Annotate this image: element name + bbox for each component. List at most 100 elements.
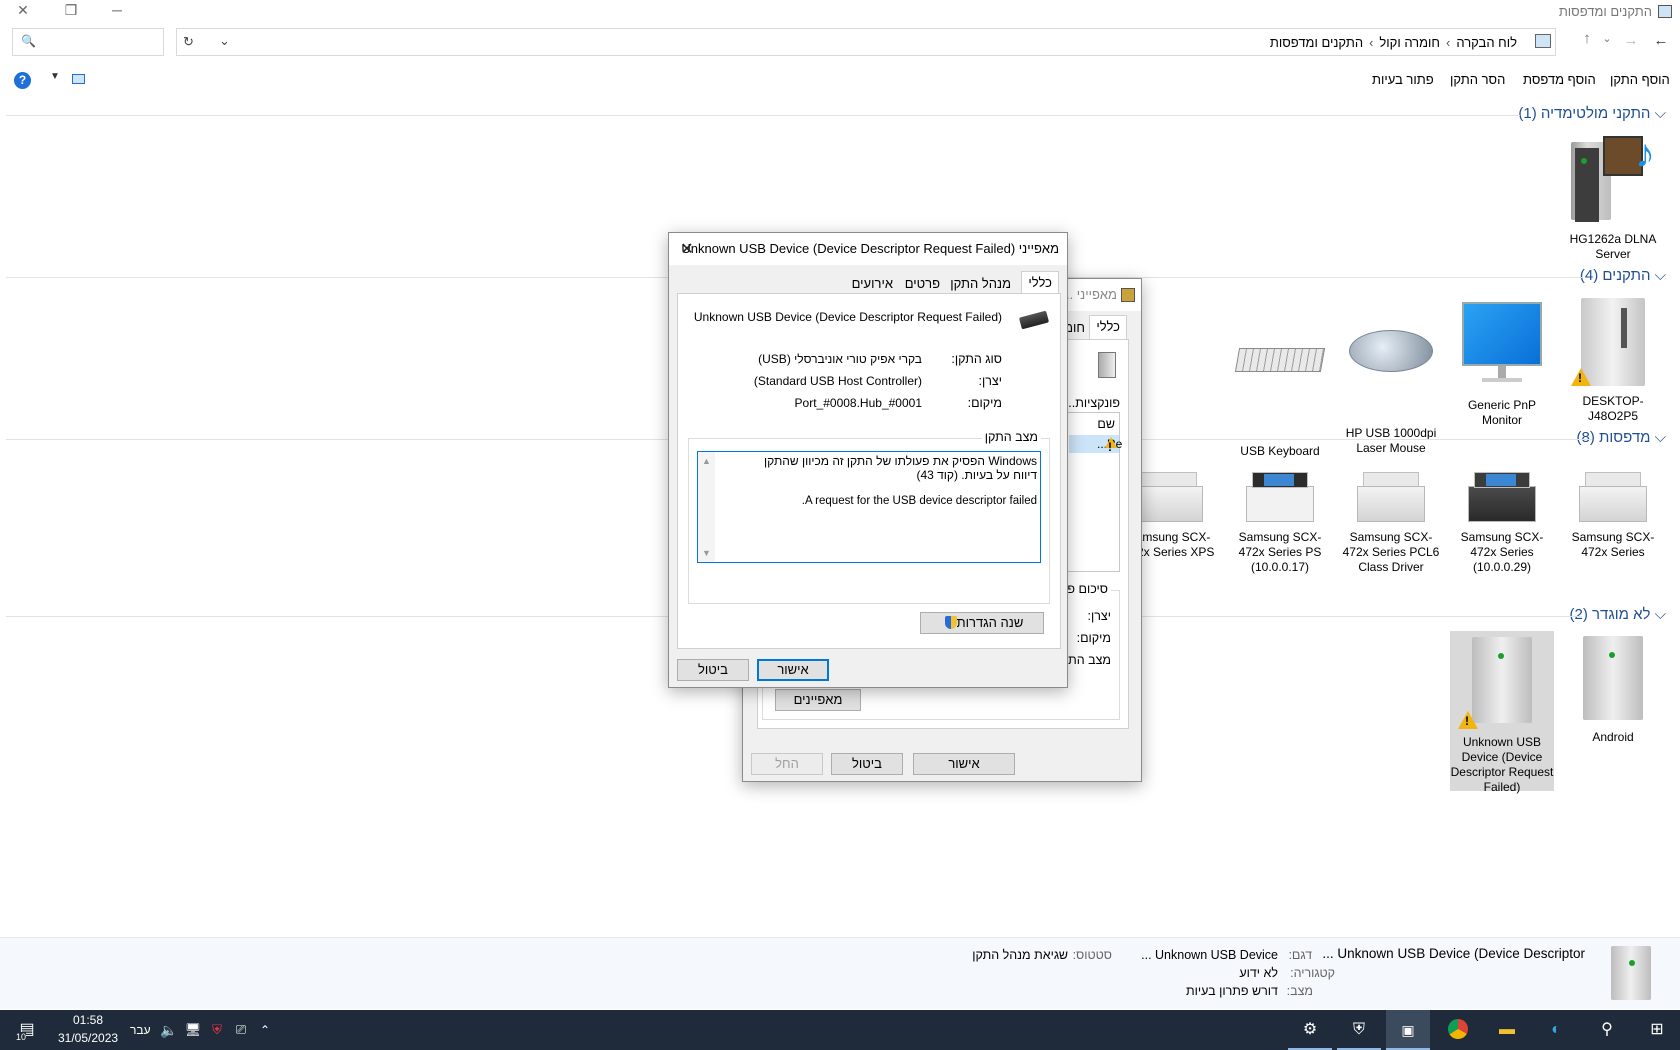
printer-samsung-1[interactable]: Samsung SCX-472x Series — [1561, 464, 1665, 560]
chrome-icon[interactable] — [1447, 1019, 1469, 1041]
edge-icon[interactable]: ◐ — [1545, 1019, 1567, 1041]
tab-details[interactable]: פרטים — [899, 273, 946, 295]
help-icon[interactable]: ? — [14, 72, 31, 89]
device-icon — [1608, 946, 1654, 1002]
back-arrow-icon[interactable]: ← — [1650, 32, 1672, 49]
device-android[interactable]: Android — [1561, 636, 1665, 745]
details-category-key: קטגוריה: — [1290, 966, 1335, 980]
ok-button[interactable]: אישור — [757, 659, 829, 681]
breadcrumb: לוח הבקרה › חומרה וקול › התקנים ומדפסות — [1270, 35, 1517, 50]
device-status-textbox[interactable]: ▲ ▼ Windows הפסיק את פעולתו של התקן זה מכ… — [697, 451, 1041, 563]
shield-icon — [944, 616, 957, 629]
tab-driver[interactable]: מנהל התקן — [944, 273, 1017, 295]
device-hg1262a[interactable]: ♪ HG1262a DLNA Server — [1561, 132, 1665, 262]
apply-button[interactable]: החל — [751, 753, 823, 775]
properties-button[interactable]: מאפיינים — [775, 689, 861, 711]
start-windows-icon[interactable]: ⊞ — [1646, 1019, 1668, 1041]
status-scrollbar[interactable]: ▲ ▼ — [698, 452, 715, 562]
view-icon[interactable] — [72, 74, 85, 84]
device-warning-icon — [1450, 637, 1554, 733]
troubleshoot-button[interactable]: פתור בעיות — [1372, 72, 1434, 87]
device-unknown-usb-selected[interactable]: Unknown USB Device (Device Descriptor Re… — [1450, 631, 1554, 794]
front-dialog-panel: Unknown USB Device (Device Descriptor Re… — [677, 293, 1061, 649]
tab-events[interactable]: אירועים — [846, 273, 899, 295]
forward-arrow-icon[interactable]: → — [1620, 32, 1642, 49]
add-device-button[interactable]: הוסף התקן — [1610, 72, 1670, 87]
group-header-multimedia[interactable]: ⌵ התקני מולטימדיה (1) — [1518, 105, 1666, 122]
device-status-label: מצב התקן — [981, 430, 1041, 444]
search-input[interactable]: 🔍 — [12, 28, 164, 56]
file-explorer-icon[interactable]: ▬ — [1496, 1019, 1518, 1041]
chevron-down-icon: ⌵ — [1650, 105, 1666, 122]
scroll-up-icon[interactable]: ▲ — [698, 456, 715, 466]
breadcrumb-control-panel[interactable]: לוח הבקרה — [1456, 35, 1517, 50]
breadcrumb-devices-printers[interactable]: התקנים ומדפסות — [1270, 35, 1363, 50]
printer-icon — [1131, 464, 1207, 526]
command-bar: ? ▼ הוסף התקן הוסף מדפסת הסר התקן פתור ב… — [0, 68, 1680, 92]
remove-device-button[interactable]: הסר התקן — [1450, 72, 1505, 87]
ok-button[interactable]: אישור — [913, 753, 1015, 775]
device-monitor[interactable]: Generic PnP Monitor — [1450, 298, 1554, 428]
scroll-down-icon[interactable]: ▼ — [698, 548, 715, 558]
details-category-value: לא ידוע — [1239, 966, 1278, 980]
device-icon — [1098, 352, 1116, 378]
printer-samsung-3[interactable]: Samsung SCX-472x Series PCL6 Class Drive… — [1339, 464, 1443, 575]
group-header-label: התקנים (4) — [1579, 267, 1651, 284]
tab-general[interactable]: כללי — [1021, 271, 1059, 295]
list-item[interactable]: ...Re — [1069, 435, 1122, 454]
breadcrumb-hardware-sound[interactable]: חומרה וקול — [1379, 35, 1440, 50]
group-header-label: לא מוגדר (2) — [1569, 606, 1651, 623]
address-box[interactable]: ↻ ⌄ לוח הבקרה › חומרה וקול › התקנים ומדפסות — [176, 28, 1556, 56]
clock-time[interactable]: 01:58 — [58, 1013, 118, 1027]
usb-tray-icon[interactable]: ⎚ — [230, 1019, 252, 1041]
device-desktop[interactable]: DESKTOP-J48O2P5 — [1561, 298, 1665, 424]
device-keyboard[interactable]: USB Keyboard — [1228, 298, 1332, 459]
search-icon[interactable]: ⚲ — [1596, 1019, 1618, 1041]
network-icon[interactable]: 🖥 — [182, 1019, 204, 1041]
location-value: Port_#0008.Hub_#0001 — [794, 396, 922, 410]
device-status-group: מצב התקן ▲ ▼ Windows הפסיק את פעולתו של ה… — [688, 430, 1050, 604]
address-bar-row: 🔍 ↻ ⌄ לוח הבקרה › חומרה וקול › התקנים ומדפסו… — [0, 28, 1680, 58]
add-printer-button[interactable]: הוסף מדפסת — [1523, 72, 1596, 87]
cancel-button[interactable]: ביטול — [677, 659, 749, 681]
minimize-window-button[interactable]: ─ — [94, 0, 140, 22]
tab-general[interactable]: כללי — [1089, 315, 1127, 339]
close-icon[interactable]: ✕ — [677, 239, 697, 259]
clock-date[interactable]: 31/05/2023 — [58, 1031, 118, 1045]
devices-printers-icon — [1658, 5, 1672, 18]
recent-dropdown-icon[interactable]: ⌄ — [1596, 32, 1618, 45]
cancel-button[interactable]: ביטול — [831, 753, 903, 775]
printer-icon — [1242, 464, 1318, 526]
device-label: USB Keyboard — [1240, 444, 1320, 458]
manufacturer-key: יצרן: — [978, 374, 1002, 388]
refresh-icon[interactable]: ↻ — [183, 34, 194, 50]
security-warning-icon[interactable]: ⛨ — [206, 1019, 228, 1041]
change-settings-button[interactable]: שנה הגדרות — [920, 612, 1044, 634]
location-key: מיקום: — [1076, 631, 1111, 645]
printer-samsung-2[interactable]: Samsung SCX-472x Series (10.0.0.29) — [1450, 464, 1554, 575]
settings-icon[interactable]: ⚙ — [1299, 1019, 1321, 1041]
group-header-devices[interactable]: ⌵ התקנים (4) — [1580, 267, 1666, 284]
up-arrow-icon[interactable]: ↑ — [1576, 30, 1598, 47]
printer-icon — [1464, 464, 1540, 526]
warning-icon — [1571, 368, 1591, 386]
printer-samsung-4[interactable]: Samsung SCX-472x Series PS (10.0.0.17) — [1228, 464, 1332, 575]
device-mouse[interactable]: HP USB 1000dpi Laser Mouse — [1339, 298, 1443, 456]
close-window-button[interactable]: ✕ — [0, 0, 46, 22]
maximize-window-button[interactable]: ❐ — [48, 0, 94, 22]
details-model-key: דגם: — [1288, 948, 1312, 962]
name-column-header: שם — [1097, 417, 1115, 431]
group-header-printers[interactable]: ⌵ מדפסות (8) — [1577, 429, 1666, 446]
monitor-icon — [1450, 302, 1554, 394]
breadcrumb-separator: › — [1369, 35, 1374, 50]
windows-security-icon[interactable]: ⛨ — [1348, 1019, 1370, 1041]
volume-icon[interactable]: 🔈 — [158, 1019, 180, 1041]
view-options-chevron-icon[interactable]: ▼ — [50, 71, 60, 82]
language-indicator[interactable]: עבר — [130, 1023, 151, 1037]
group-header-unspecified[interactable]: ⌵ לא מוגדר (2) — [1570, 606, 1666, 623]
device-label: Samsung SCX-472x Series PS (10.0.0.17) — [1238, 530, 1322, 574]
chevron-down-icon[interactable]: ⌄ — [219, 33, 230, 49]
tray-expand-icon[interactable]: ⌃ — [254, 1019, 276, 1041]
control-panel-icon[interactable]: ▣ — [1397, 1019, 1419, 1041]
manufacturer-value: (Standard USB Host Controller) — [753, 374, 922, 388]
